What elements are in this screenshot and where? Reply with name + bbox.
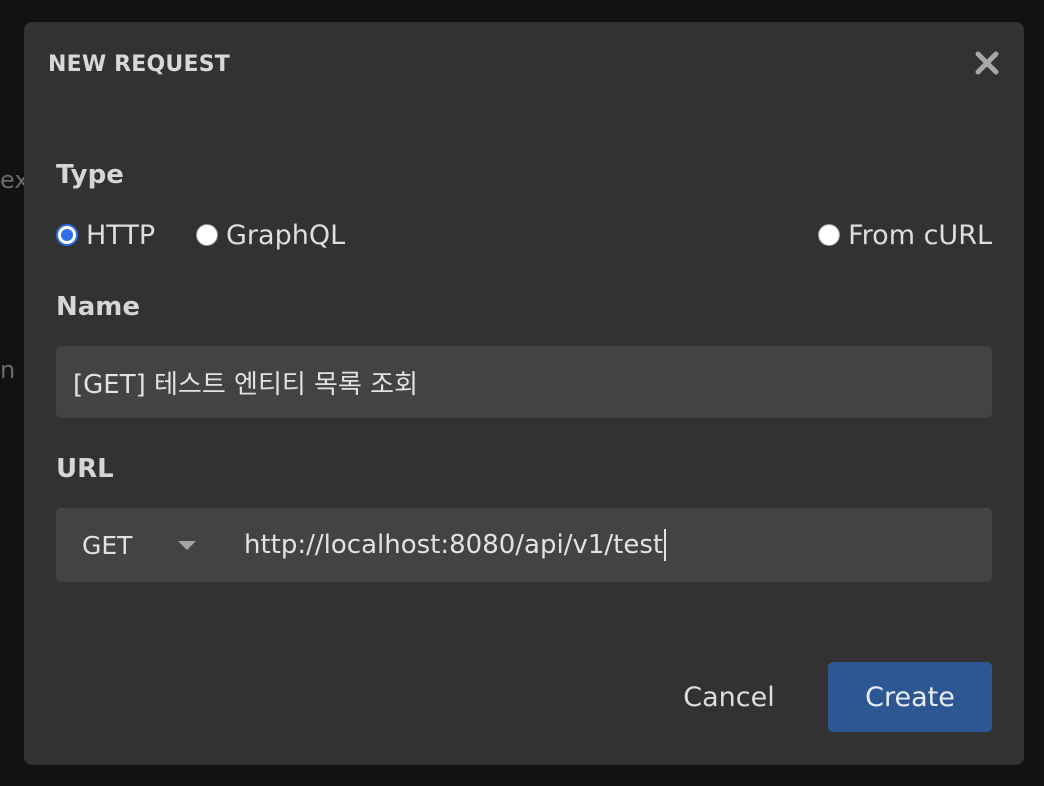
background-text-fragment: n	[0, 356, 16, 384]
radio-unchecked-icon	[196, 224, 218, 246]
close-icon	[975, 51, 999, 75]
name-input[interactable]: [GET] 테스트 엔티티 목록 조회	[56, 346, 992, 418]
url-input-value: http://localhost:8080/api/v1/test	[244, 530, 664, 560]
close-button[interactable]	[974, 50, 1000, 76]
type-label: Type	[56, 160, 124, 190]
chevron-down-icon	[178, 541, 196, 550]
url-field-group: GET http://localhost:8080/api/v1/test	[56, 508, 992, 582]
radio-checked-icon	[56, 224, 78, 246]
name-label: Name	[56, 292, 141, 322]
radio-from-curl[interactable]: From cURL	[818, 218, 992, 252]
radio-from-curl-label: From cURL	[848, 219, 992, 251]
radio-http[interactable]: HTTP	[56, 218, 155, 252]
cancel-button[interactable]: Cancel	[668, 662, 790, 732]
url-input[interactable]: http://localhost:8080/api/v1/test	[244, 508, 667, 582]
method-select[interactable]: GET	[56, 508, 224, 582]
new-request-dialog: NEW REQUEST Type HTTP GraphQL From cURL …	[24, 22, 1024, 765]
create-button[interactable]: Create	[828, 662, 992, 732]
radio-graphql-label: GraphQL	[226, 219, 346, 251]
dialog-title: NEW REQUEST	[48, 52, 230, 77]
name-input-value: [GET] 테스트 엔티티 목록 조회	[73, 369, 419, 400]
url-label: URL	[56, 454, 114, 484]
method-select-value: GET	[82, 530, 133, 560]
radio-http-label: HTTP	[86, 219, 156, 251]
radio-graphql[interactable]: GraphQL	[196, 218, 345, 252]
type-radio-group: HTTP GraphQL From cURL	[56, 218, 992, 252]
radio-unchecked-icon	[818, 224, 841, 246]
text-caret	[664, 529, 667, 561]
